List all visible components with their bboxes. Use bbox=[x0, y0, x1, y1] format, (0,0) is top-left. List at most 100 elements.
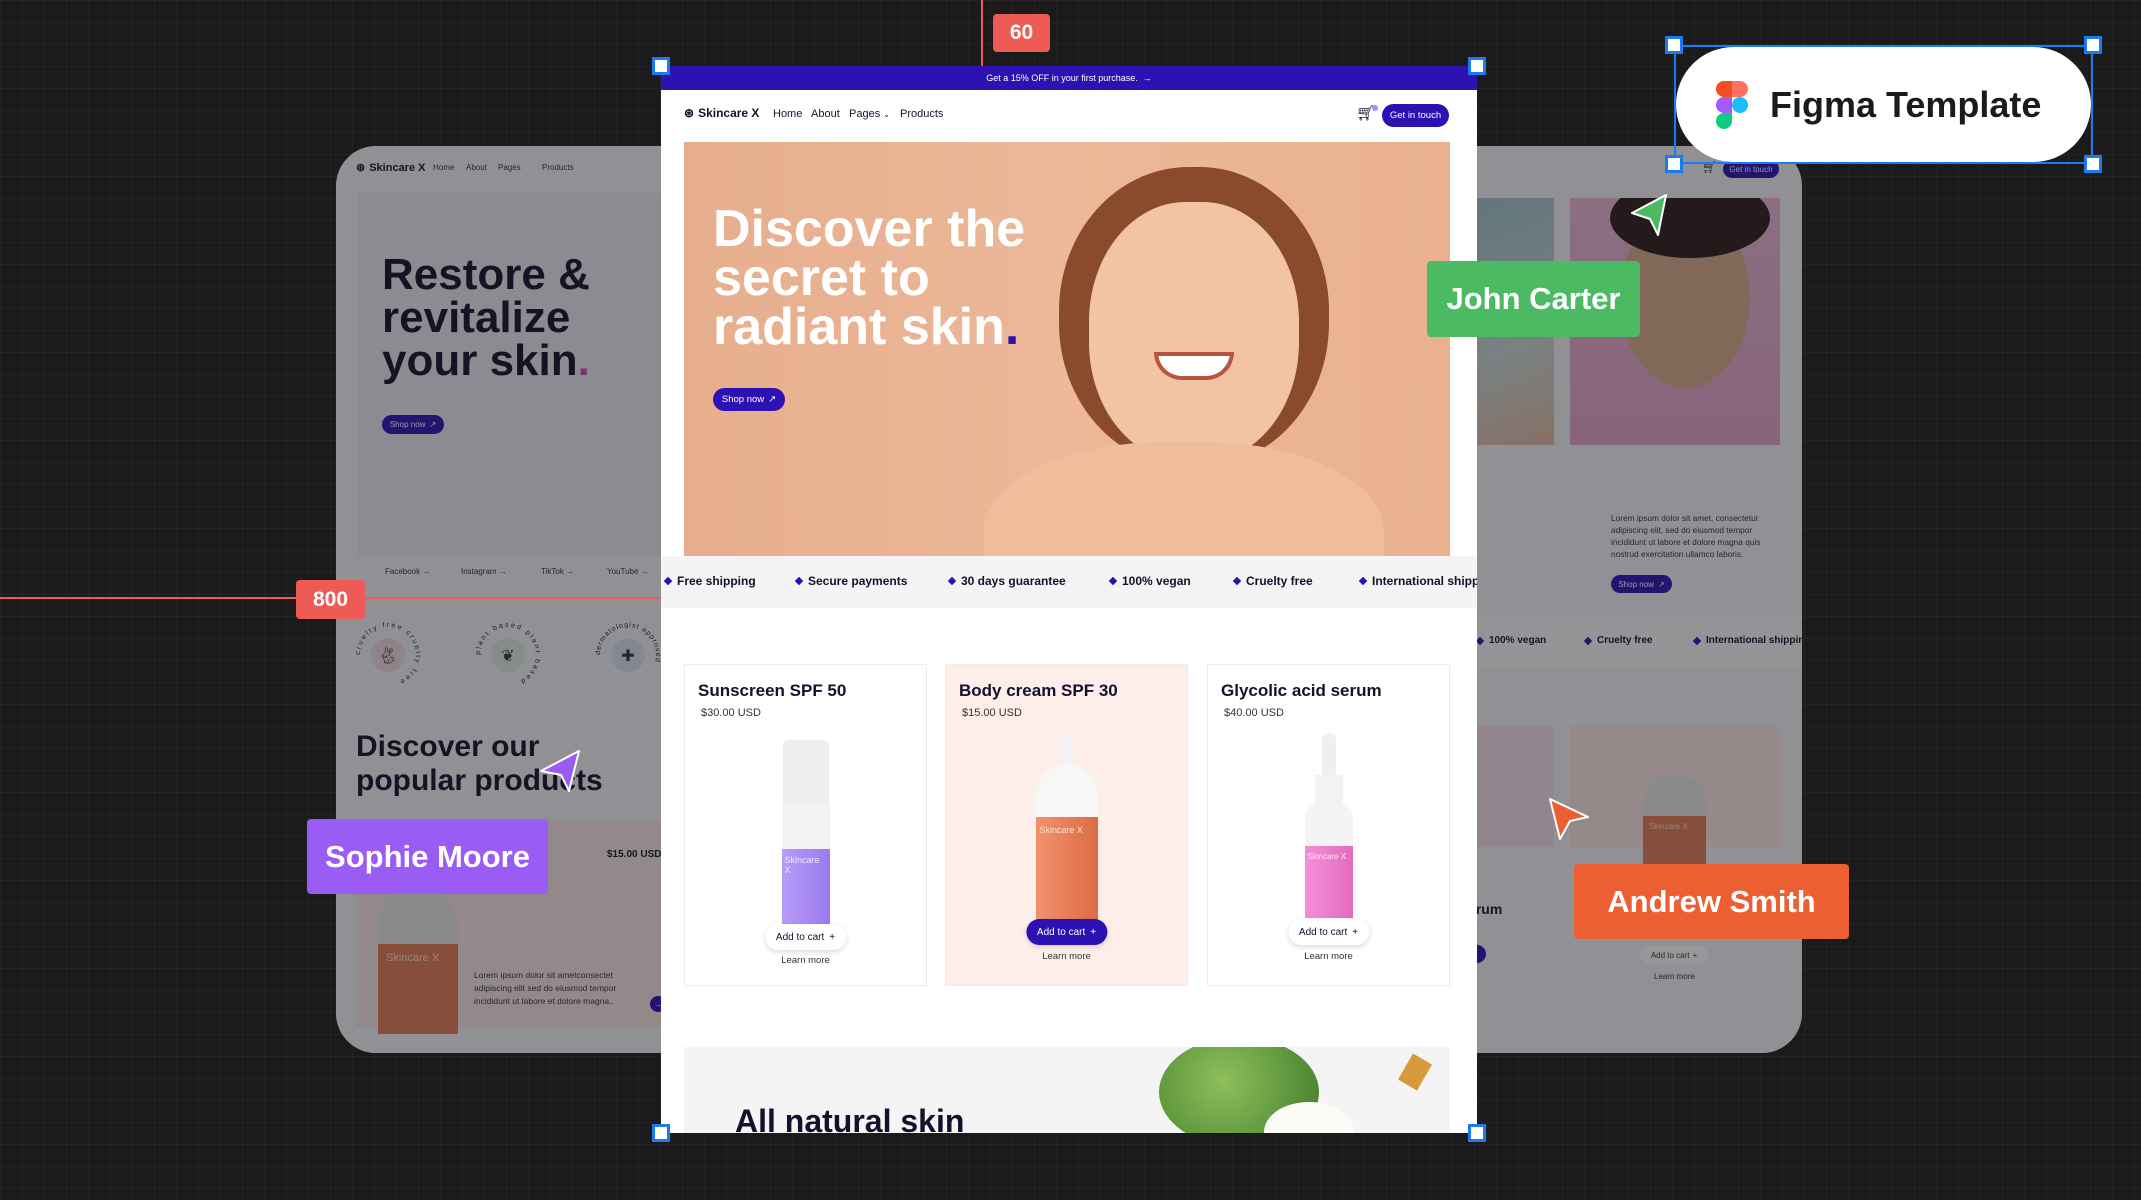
left-shop-now-button[interactable]: Shop now ↗ bbox=[382, 415, 444, 434]
product-bottle-sunscreen bbox=[782, 740, 829, 805]
figma-handle-top-left[interactable] bbox=[1665, 36, 1683, 54]
vertical-guide-line bbox=[981, 0, 983, 66]
arrow-right-icon: → bbox=[1142, 73, 1152, 83]
leaf-icon: ❦ bbox=[501, 648, 514, 665]
product-card-sunscreen[interactable]: Sunscreen SPF 50 $30.00 USD Skincare X A… bbox=[684, 664, 927, 986]
announcement-text: Get a 15% OFF in your first purchase. bbox=[986, 73, 1138, 83]
feature-vegan: 100% vegan bbox=[1108, 574, 1191, 588]
badge-dermatologist-approved: ✚dermatologist approved bbox=[595, 622, 660, 672]
product-bottle-serum bbox=[1321, 733, 1336, 778]
arrow-up-right-icon: ↗ bbox=[429, 420, 437, 429]
cart-badge bbox=[1372, 105, 1379, 111]
plus-icon: + bbox=[1352, 926, 1359, 938]
left-social-facebook[interactable]: Facebook → bbox=[385, 567, 430, 576]
right-feature-item: International shippin bbox=[1692, 635, 1802, 646]
product-price: $40.00 USD bbox=[1224, 707, 1284, 719]
nav-logo[interactable]: ⊛ Skincare X bbox=[684, 106, 759, 120]
left-distance-badge: 800 bbox=[296, 580, 365, 619]
left-nav-logo: ⊛ Skincare X bbox=[356, 161, 426, 175]
learn-more-link[interactable]: Learn more bbox=[685, 955, 926, 966]
left-nav-pages[interactable]: Pages bbox=[498, 163, 521, 172]
add-to-cart-button[interactable]: Add to cart + bbox=[1025, 919, 1108, 945]
arrow-up-right-icon: ↗ bbox=[1657, 579, 1665, 589]
learn-more-link[interactable]: Learn more bbox=[1208, 951, 1449, 962]
nav-about[interactable]: About bbox=[811, 108, 840, 120]
add-to-cart-button[interactable]: Add to cart + bbox=[764, 924, 847, 950]
left-nav-products[interactable]: Products bbox=[542, 163, 574, 172]
features-strip bbox=[661, 556, 1477, 608]
feature-international-shipping: International shipping bbox=[1358, 574, 1477, 588]
figma-handle-bottom-right[interactable] bbox=[2084, 155, 2102, 173]
feature-secure-payments: Secure payments bbox=[794, 574, 907, 588]
right-learn-more-link[interactable]: Learn more bbox=[1654, 972, 1695, 981]
right-feature-item: 100% vegan bbox=[1475, 635, 1546, 646]
badge-plant-based: ❦plant based plant based bbox=[475, 622, 539, 685]
cursor-andrew-smith-icon bbox=[1549, 798, 1589, 840]
product-card-body-cream[interactable]: Body cream SPF 30 $15.00 USD Skincare X … bbox=[945, 664, 1188, 986]
cart-icon[interactable]: 🛒︎ bbox=[1356, 104, 1379, 122]
product-card-glycolic-serum[interactable]: Glycolic acid serum $40.00 USD Skincare … bbox=[1207, 664, 1450, 986]
figma-logo-icon bbox=[1716, 80, 1748, 129]
bottle-label: Skincare X bbox=[1039, 825, 1084, 835]
diamond-icon bbox=[1583, 636, 1593, 645]
nav-home[interactable]: Home bbox=[773, 108, 802, 120]
feature-free-shipping: Free shipping bbox=[663, 574, 756, 588]
logo-icon: ⊛ bbox=[684, 106, 695, 120]
left-distance-value: 800 bbox=[312, 587, 349, 611]
rabbit-icon: 🐇︎ bbox=[378, 647, 398, 665]
product-price: $15.00 USD bbox=[962, 707, 1022, 719]
arrow-circle-icon: → bbox=[498, 567, 507, 576]
resize-handle-top-left[interactable] bbox=[652, 57, 670, 75]
bottle-label: Skincare X bbox=[1307, 852, 1347, 861]
resize-handle-bottom-right[interactable] bbox=[1468, 1124, 1486, 1142]
figma-handle-bottom-left[interactable] bbox=[1665, 155, 1683, 173]
left-nav-home[interactable]: Home bbox=[433, 163, 454, 172]
cursor-sophie-moore-icon bbox=[540, 750, 580, 792]
figma-template-text: Figma Template bbox=[1770, 83, 2042, 125]
left-social-instagram[interactable]: Instagram → bbox=[461, 567, 507, 576]
hero-photo-face bbox=[1089, 202, 1299, 462]
chevron-down-icon: ⌄ bbox=[883, 110, 890, 119]
hero-photo-shoulders bbox=[984, 442, 1384, 556]
diamond-icon bbox=[1692, 636, 1702, 645]
announcement-bar[interactable]: Get a 15% OFF in your first purchase. → bbox=[661, 66, 1477, 90]
diamond-icon bbox=[794, 576, 804, 586]
arrow-circle-icon: → bbox=[566, 567, 575, 576]
figma-handle-top-right[interactable] bbox=[2084, 36, 2102, 54]
resize-handle-top-right[interactable] bbox=[1468, 57, 1486, 75]
serum-bottle-image bbox=[1397, 1053, 1433, 1091]
left-social-tiktok[interactable]: TikTok → bbox=[541, 567, 574, 576]
right-product-image-pink bbox=[1477, 726, 1554, 847]
product-title: Glycolic acid serum bbox=[1221, 681, 1382, 700]
right-shop-now-button[interactable]: Shop now ↗ bbox=[1611, 575, 1672, 593]
left-nav-about[interactable]: About bbox=[466, 163, 487, 172]
nav-pages[interactable]: Pages ⌄ bbox=[849, 108, 890, 120]
right-add-to-cart-button[interactable]: Add to cart + bbox=[1640, 946, 1708, 964]
product-title: Body cream SPF 30 bbox=[959, 681, 1118, 700]
product-price: $30.00 USD bbox=[701, 707, 761, 719]
plus-icon: + bbox=[1090, 926, 1097, 938]
nav-products[interactable]: Products bbox=[900, 108, 943, 120]
left-badges: 🐇︎cruelty free cruelty free ❦plant based… bbox=[355, 622, 660, 686]
top-distance-badge: 60 bbox=[993, 14, 1050, 52]
hero-title: Discover the secret to radiant skin. bbox=[713, 200, 1026, 356]
collaborator-label-john-carter: John Carter bbox=[1427, 261, 1640, 337]
collaborator-label-andrew-smith: Andrew Smith bbox=[1574, 864, 1849, 939]
diamond-icon bbox=[1475, 636, 1485, 645]
learn-more-link[interactable]: Learn more bbox=[946, 951, 1187, 962]
figma-template-badge[interactable]: Figma Template bbox=[1676, 47, 2091, 162]
add-to-cart-button[interactable]: Add to cart + bbox=[1287, 919, 1370, 945]
plus-icon: + bbox=[1692, 950, 1698, 960]
diamond-icon bbox=[663, 576, 673, 586]
arrow-circle-icon: → bbox=[422, 567, 431, 576]
bottle-label: Skincare X bbox=[386, 952, 440, 964]
diamond-icon bbox=[947, 576, 957, 586]
shop-now-button[interactable]: Shop now ↗ bbox=[713, 388, 785, 411]
right-description: Lorem ipsum dolor sit amet, consectetur … bbox=[1611, 513, 1761, 559]
natural-skin-title: All natural skin bbox=[735, 1103, 965, 1133]
get-in-touch-button[interactable]: Get in touch bbox=[1382, 104, 1449, 127]
hero-section: Discover the secret to radiant skin. Sho… bbox=[684, 142, 1450, 556]
left-social-youtube[interactable]: YouTube → bbox=[607, 567, 649, 576]
resize-handle-bottom-left[interactable] bbox=[652, 1124, 670, 1142]
diamond-icon bbox=[1232, 576, 1242, 586]
